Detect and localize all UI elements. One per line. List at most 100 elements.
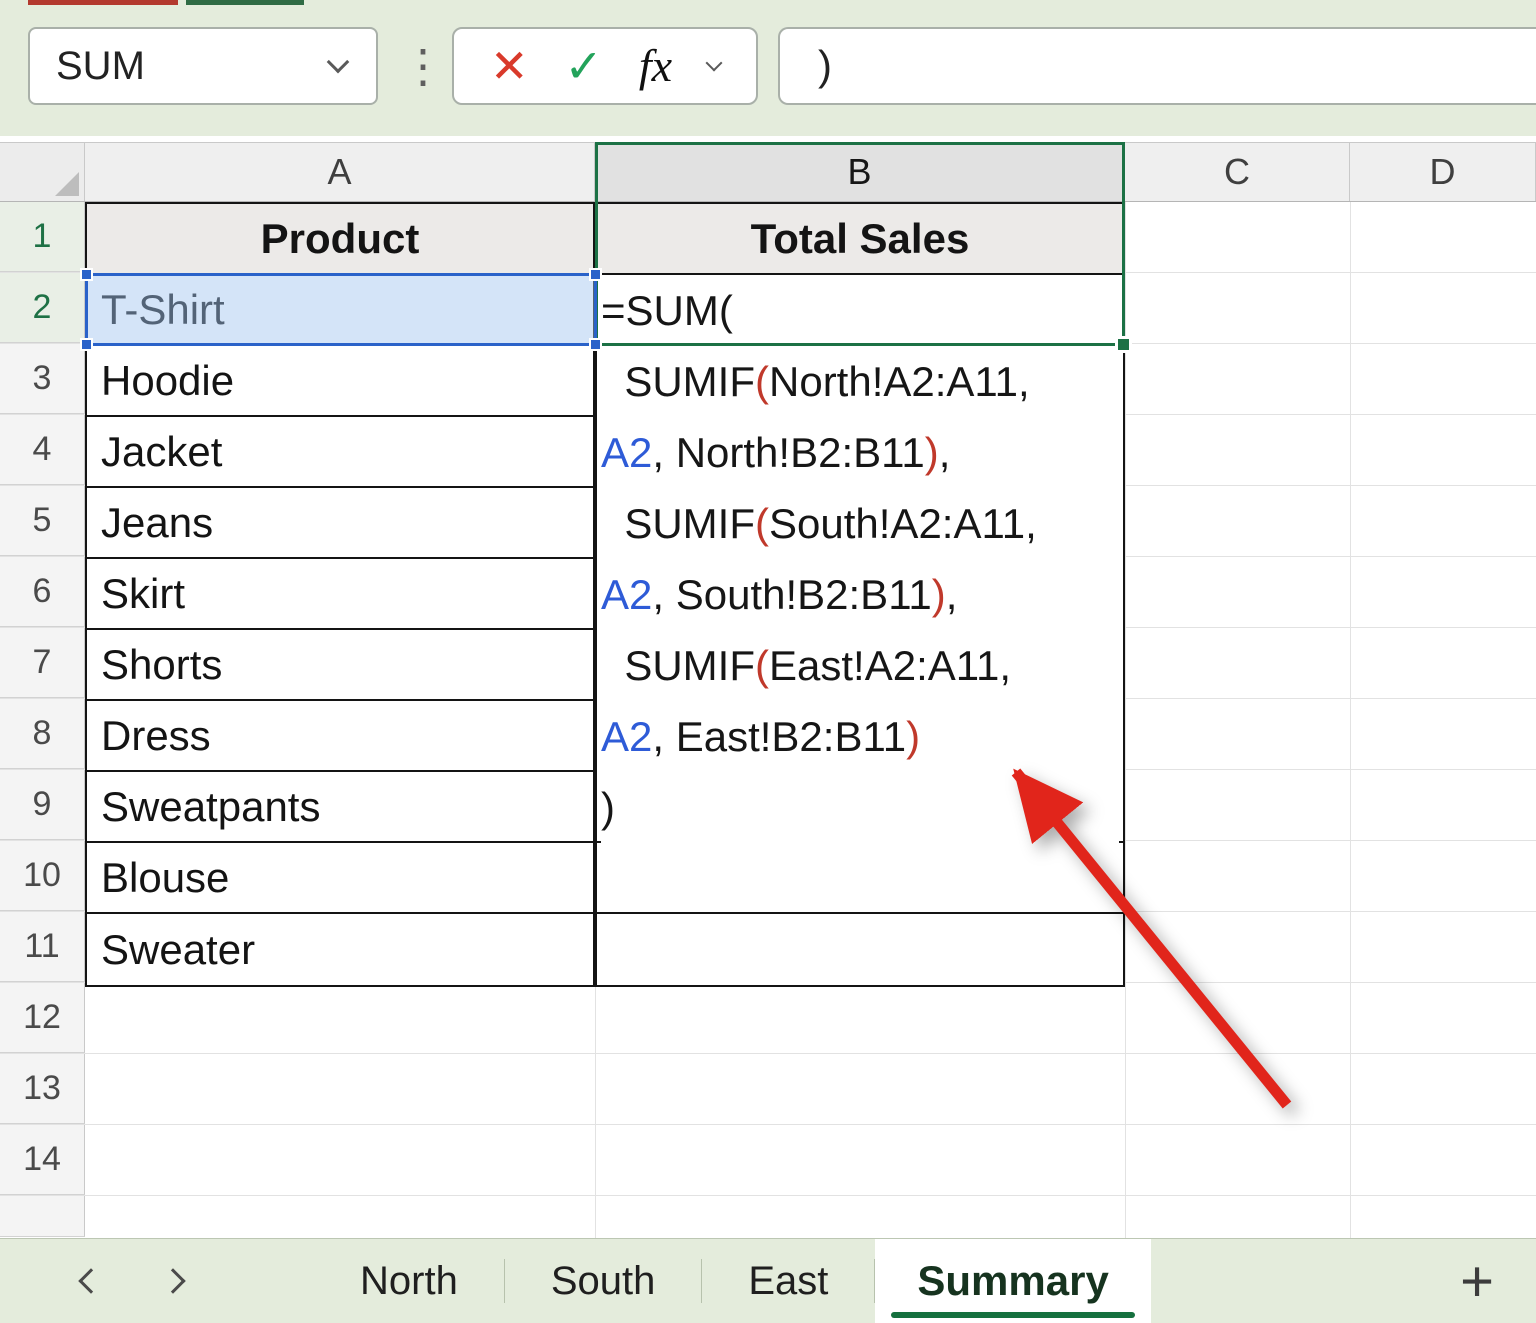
formula-line: SUMIF(North!A2:A11,: [601, 346, 1119, 417]
formula-segment: A2: [601, 713, 652, 760]
row-header-7[interactable]: 7: [0, 628, 85, 698]
sheet-tab-north[interactable]: North: [314, 1239, 504, 1323]
row-header-14[interactable]: 14: [0, 1125, 85, 1195]
sheet-tab-south[interactable]: South: [505, 1239, 702, 1323]
formula-segment: SUMIF: [601, 500, 755, 547]
grid-row: [0, 1196, 1536, 1237]
product-cell[interactable]: Blouse: [87, 843, 593, 914]
product-table: ProductT-ShirtHoodieJacketJeansSkirtShor…: [85, 202, 595, 987]
formula-bar: SUM ⋮ ✕ ✓ fx ): [0, 0, 1536, 136]
spreadsheet-app: SUM ⋮ ✕ ✓ fx ) ABCD 1234567891011121314 …: [0, 0, 1536, 1323]
product-header-cell[interactable]: Product: [87, 204, 593, 275]
formula-segment: ): [925, 429, 939, 476]
column-header-d[interactable]: D: [1350, 143, 1536, 201]
formula-buttons: ✕ ✓ fx: [452, 27, 758, 105]
formula-line: A2, North!B2:B11),: [601, 417, 1119, 488]
formula-overlay[interactable]: =SUM( SUMIF(North!A2:A11,A2, North!B2:B1…: [601, 275, 1119, 843]
function-dropdown-icon[interactable]: [706, 55, 723, 72]
formula-segment: (: [755, 358, 769, 405]
product-cell[interactable]: Jeans: [87, 488, 593, 559]
product-cell[interactable]: T-Shirt: [87, 275, 593, 346]
column-header-b[interactable]: B: [595, 143, 1125, 201]
formula-input-value: ): [818, 42, 832, 90]
formula-segment: ): [932, 571, 946, 618]
formula-segment: SUMIF: [601, 358, 755, 405]
sheet-tab-east[interactable]: East: [702, 1239, 874, 1323]
sheet-tab-bar: North South East Summary +: [0, 1238, 1536, 1323]
formula-line: A2, East!B2:B11): [601, 701, 1119, 772]
formula-line: A2, South!B2:B11),: [601, 559, 1119, 630]
cell-border: [597, 912, 1123, 914]
sheet-tab-label: South: [551, 1259, 656, 1304]
formula-segment: South!A2:A11,: [769, 500, 1037, 547]
formula-segment: ,: [946, 571, 958, 618]
row-header-13[interactable]: 13: [0, 1054, 85, 1124]
column-header-c[interactable]: C: [1125, 143, 1350, 201]
formula-segment: SUMIF: [601, 642, 755, 689]
row-header-5[interactable]: 5: [0, 486, 85, 556]
product-cell[interactable]: Jacket: [87, 417, 593, 488]
formula-line: =SUM(: [601, 275, 1119, 346]
select-all-corner[interactable]: [0, 143, 85, 201]
product-cell[interactable]: Hoodie: [87, 346, 593, 417]
formula-segment: (: [755, 500, 769, 547]
sheet-tab-summary[interactable]: Summary: [875, 1239, 1150, 1323]
sheet-tabs: North South East Summary: [314, 1239, 1151, 1323]
product-cell[interactable]: Sweatpants: [87, 772, 593, 843]
column-headers-row: ABCD: [0, 142, 1536, 202]
active-tab-underline: [891, 1312, 1134, 1318]
grid-row: 12: [0, 983, 1536, 1054]
formula-segment: ,: [939, 429, 951, 476]
formula-segment: , North!B2:B11: [652, 429, 924, 476]
formula-line: ): [601, 772, 1119, 843]
sheet-tab-label: North: [360, 1259, 458, 1304]
formula-line: SUMIF(East!A2:A11,: [601, 630, 1119, 701]
add-sheet-button[interactable]: +: [1446, 1239, 1508, 1323]
formula-segment: A2: [601, 429, 652, 476]
formula-segment: ): [906, 713, 920, 760]
cancel-icon[interactable]: ✕: [490, 43, 529, 89]
next-sheet-icon[interactable]: [160, 1268, 185, 1293]
row-header-11[interactable]: 11: [0, 912, 85, 982]
formula-segment: , South!B2:B11: [652, 571, 931, 618]
sheet-tab-label: Summary: [917, 1257, 1108, 1305]
grid-row: 14: [0, 1125, 1536, 1196]
row-header-blank: [0, 1196, 85, 1237]
ribbon-clip-red: [28, 0, 178, 5]
row-header-9[interactable]: 9: [0, 770, 85, 840]
row-header-8[interactable]: 8: [0, 699, 85, 769]
sheet-nav: [82, 1239, 182, 1323]
row-header-2[interactable]: 2: [0, 273, 85, 343]
product-cell[interactable]: Skirt: [87, 559, 593, 630]
gridline: [1125, 202, 1126, 1238]
sheet-tab-label: East: [748, 1259, 828, 1304]
product-cell[interactable]: Dress: [87, 701, 593, 772]
row-header-3[interactable]: 3: [0, 344, 85, 414]
formula-segment: , East!B2:B11: [652, 713, 906, 760]
insert-function-icon[interactable]: fx: [639, 43, 672, 89]
row-header-4[interactable]: 4: [0, 415, 85, 485]
more-options-icon[interactable]: ⋮: [400, 27, 446, 105]
formula-segment: =SUM(: [601, 287, 733, 334]
name-box[interactable]: SUM: [28, 27, 378, 105]
formula-segment: East!A2:A11,: [769, 642, 1011, 689]
formula-line: SUMIF(South!A2:A11,: [601, 488, 1119, 559]
name-box-value: SUM: [30, 44, 330, 89]
row-header-10[interactable]: 10: [0, 841, 85, 911]
total-sales-header-cell[interactable]: Total Sales: [597, 204, 1123, 275]
sheet-grid: ABCD 1234567891011121314 ProductT-ShirtH…: [0, 142, 1536, 1238]
column-header-a[interactable]: A: [85, 143, 595, 201]
row-header-1[interactable]: 1: [0, 202, 85, 272]
formula-segment: ): [601, 784, 615, 831]
formula-input[interactable]: ): [778, 27, 1536, 105]
product-cell[interactable]: Shorts: [87, 630, 593, 701]
row-header-6[interactable]: 6: [0, 557, 85, 627]
ribbon-clip-green: [186, 0, 304, 5]
row-header-12[interactable]: 12: [0, 983, 85, 1053]
name-box-dropdown-icon[interactable]: [327, 51, 350, 74]
enter-icon[interactable]: ✓: [564, 43, 603, 89]
product-cell[interactable]: Sweater: [87, 914, 593, 985]
gridline: [1350, 202, 1351, 1238]
prev-sheet-icon[interactable]: [78, 1268, 103, 1293]
formula-segment: (: [755, 642, 769, 689]
